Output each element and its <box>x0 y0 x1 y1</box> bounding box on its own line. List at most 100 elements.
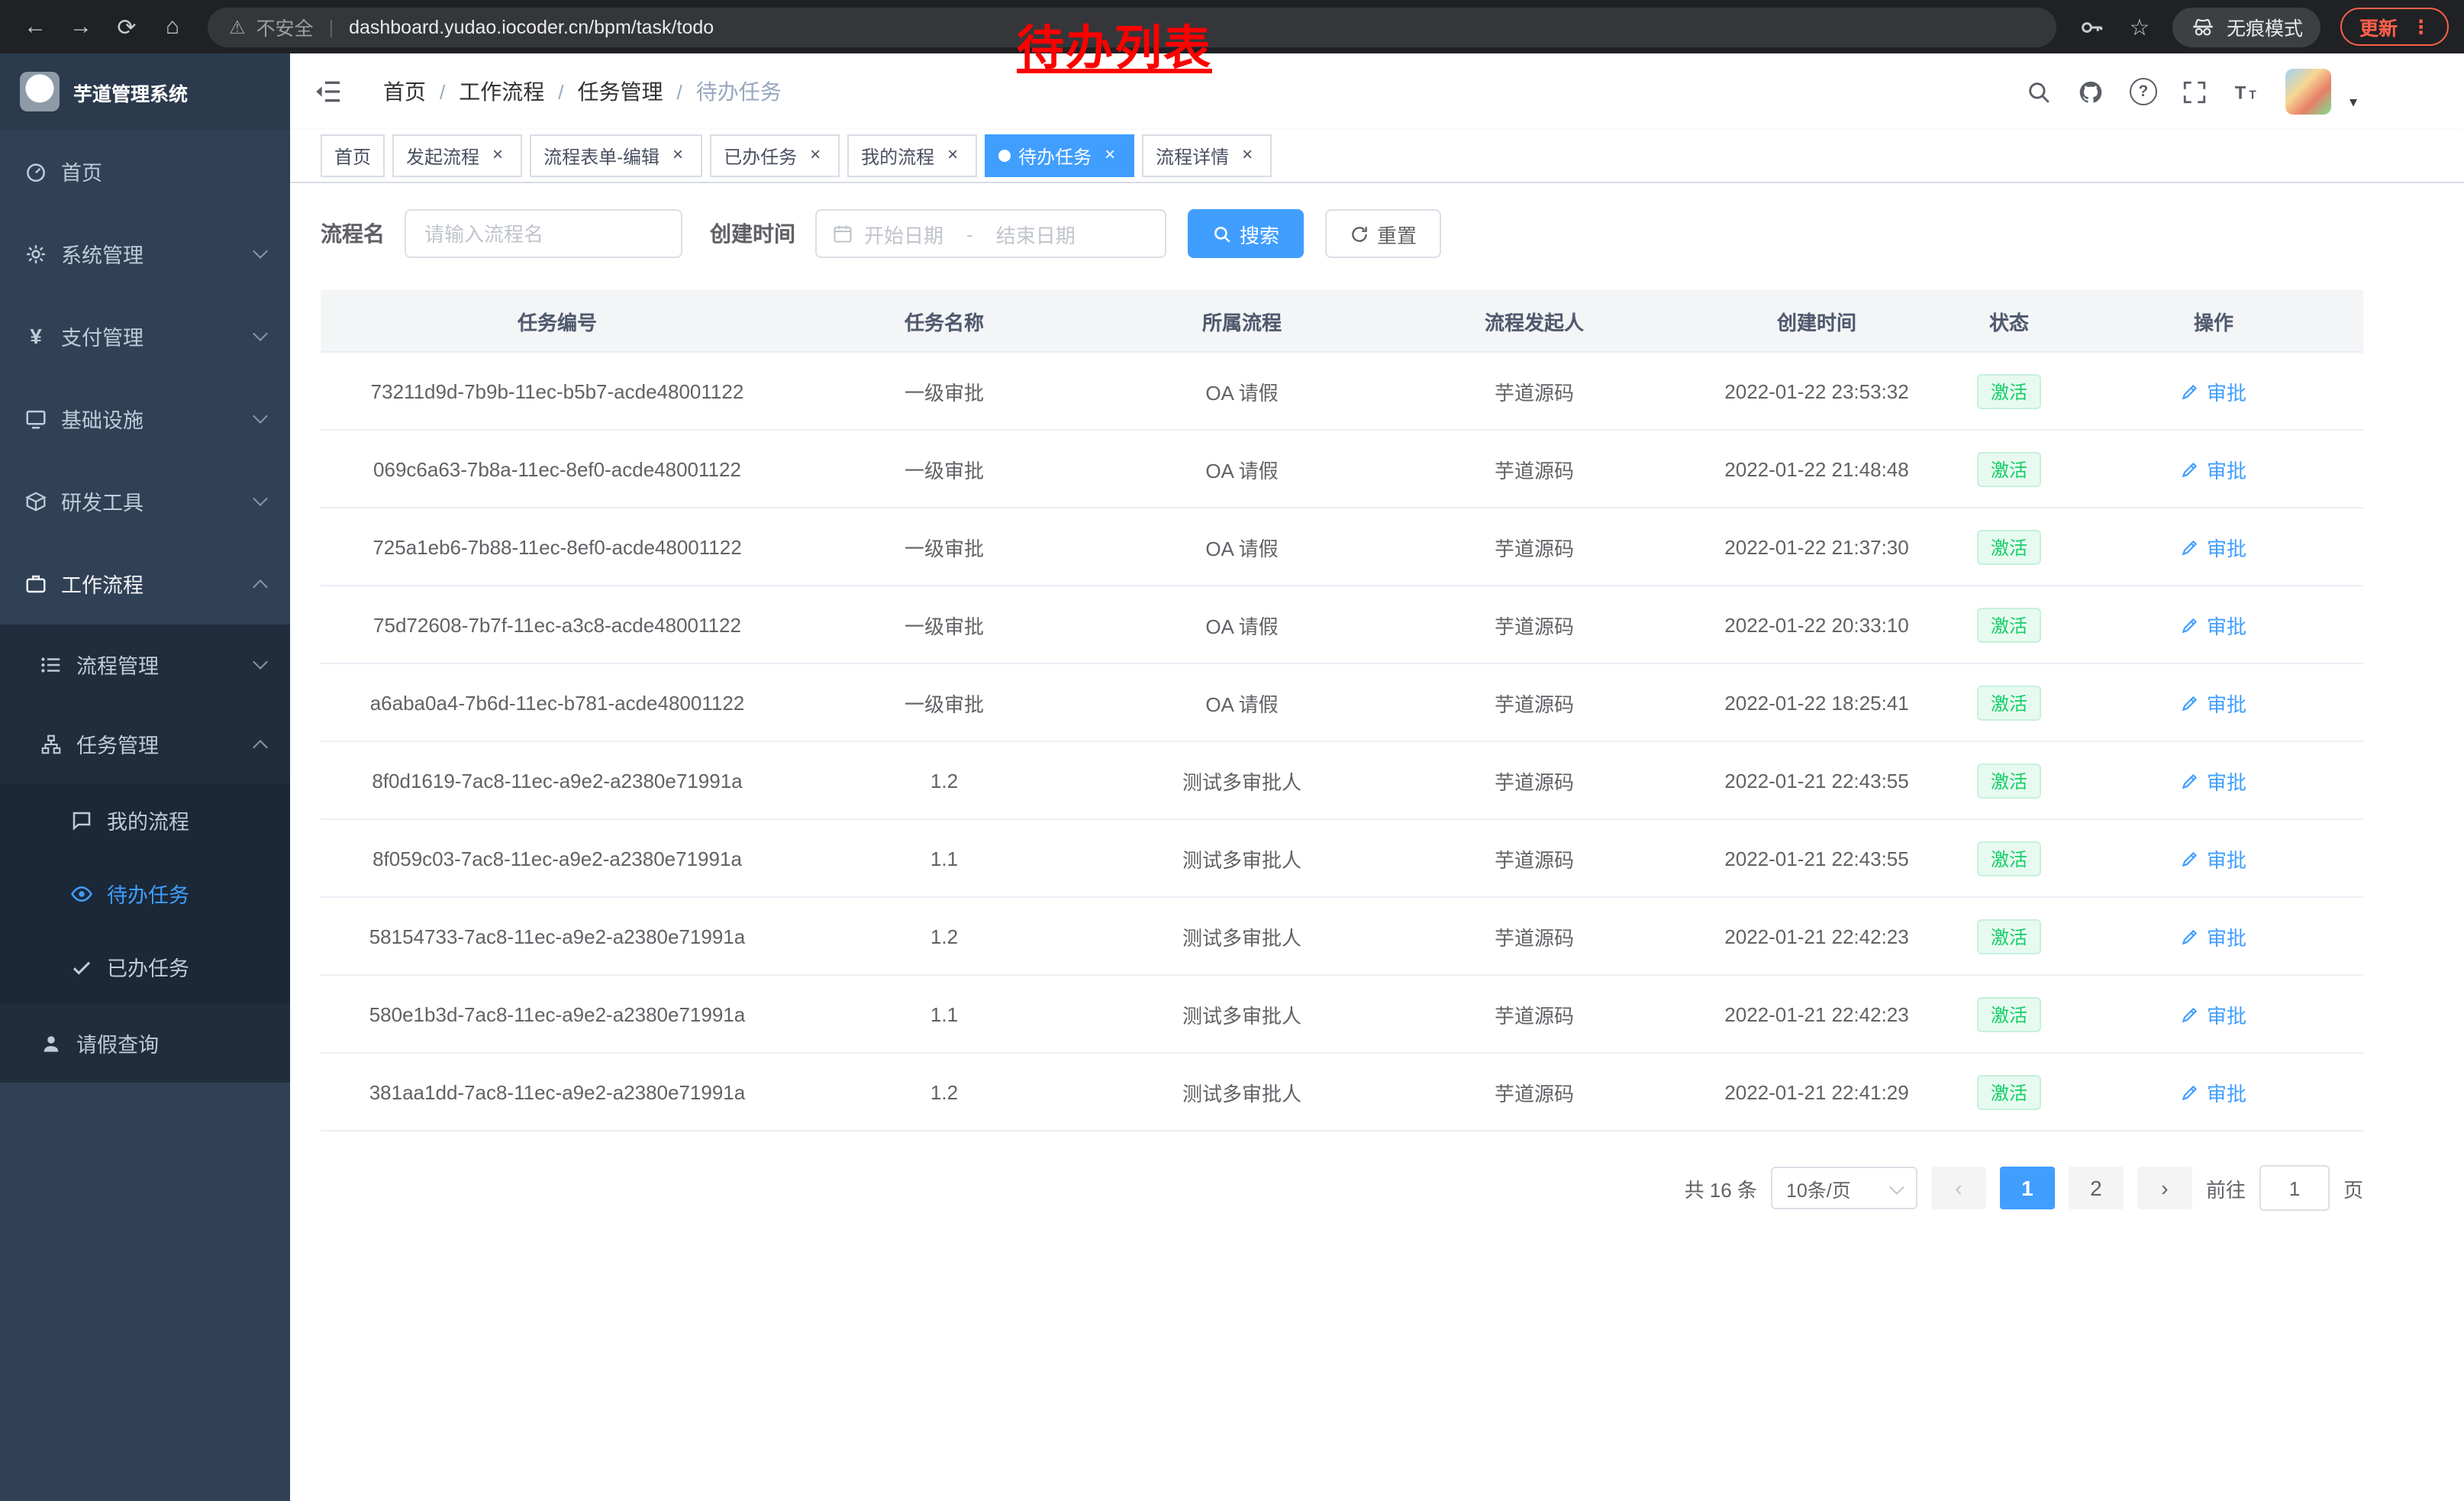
sidebar-item-infrastructure[interactable]: 基础设施 <box>0 377 290 460</box>
help-icon[interactable]: ? <box>2130 78 2157 105</box>
incognito-label: 无痕模式 <box>2227 12 2303 41</box>
tab-home[interactable]: 首页 <box>321 134 385 177</box>
sidebar-item-my-processes[interactable]: 我的流程 <box>0 783 290 857</box>
approve-link[interactable]: 审批 <box>2181 844 2246 873</box>
kebab-menu-icon[interactable]: ⋮ <box>2411 15 2430 38</box>
home-button[interactable]: ⌂ <box>153 7 192 47</box>
approve-link[interactable]: 审批 <box>2181 532 2246 561</box>
created-cell: 2022-01-21 22:42:23 <box>1679 897 1954 975</box>
tab-process-form-edit[interactable]: 流程表单-编辑 × <box>530 134 702 177</box>
approve-link[interactable]: 审批 <box>2181 922 2246 951</box>
column-header-actions: 操作 <box>2064 290 2363 352</box>
sidebar-toggle-button[interactable] <box>313 76 343 107</box>
approve-link[interactable]: 审批 <box>2181 454 2246 483</box>
close-icon[interactable]: × <box>1099 145 1121 166</box>
search-icon[interactable] <box>2026 78 2053 105</box>
process-cell: 测试多审批人 <box>1095 897 1389 975</box>
prev-page-button[interactable]: ‹ <box>1931 1167 1986 1209</box>
app-title: 芋道管理系统 <box>73 77 188 106</box>
security-label[interactable]: 不安全 <box>256 12 314 41</box>
create-time-label: 创建时间 <box>710 218 795 249</box>
browser-actions: ☆ 无痕模式 更新 ⋮ <box>2079 7 2449 47</box>
app-logo[interactable]: 芋道管理系统 <box>0 53 290 130</box>
edit-icon <box>2181 615 2201 634</box>
goto-page-input[interactable] <box>2259 1165 2330 1211</box>
chevron-up-icon <box>253 739 268 754</box>
close-icon[interactable]: × <box>487 145 508 166</box>
fullscreen-icon[interactable] <box>2182 78 2209 105</box>
reset-button[interactable]: 重置 <box>1325 209 1441 258</box>
avatar[interactable] <box>2285 69 2331 115</box>
search-button[interactable]: 搜索 <box>1188 209 1304 258</box>
actions-cell: 审批 <box>2064 586 2363 663</box>
status-cell: 激活 <box>1954 663 2064 741</box>
approve-link[interactable]: 审批 <box>2181 610 2246 639</box>
reload-button[interactable]: ⟳ <box>107 7 147 47</box>
browser-update-button[interactable]: 更新 ⋮ <box>2341 8 2449 46</box>
gear-icon <box>24 242 47 265</box>
page-size-select[interactable]: 10条/页 <box>1771 1167 1917 1209</box>
yen-icon: ¥ <box>24 324 47 347</box>
sidebar-item-leave-query[interactable]: 请假查询 <box>0 1003 290 1083</box>
github-icon[interactable] <box>2078 78 2105 105</box>
close-icon[interactable]: × <box>805 145 826 166</box>
approve-link[interactable]: 审批 <box>2181 1077 2246 1106</box>
breadcrumb-item[interactable]: 任务管理 <box>578 76 663 107</box>
sidebar-item-process-mgmt[interactable]: 流程管理 <box>0 625 290 704</box>
breadcrumb-item[interactable]: 首页 <box>383 76 426 107</box>
sidebar-item-workflow[interactable]: 工作流程 <box>0 542 290 625</box>
back-button[interactable]: ← <box>15 7 55 47</box>
close-icon[interactable]: × <box>667 145 689 166</box>
approve-link[interactable]: 审批 <box>2181 376 2246 405</box>
table-row: 8f0d1619-7ac8-11ec-a9e2-a2380e71991a 1.2… <box>321 741 2363 819</box>
breadcrumb-item-current: 待办任务 <box>696 76 782 107</box>
tab-todo-tasks[interactable]: 待办任务 × <box>985 134 1134 177</box>
tab-initiate-process[interactable]: 发起流程 × <box>392 134 522 177</box>
table-row: 8f059c03-7ac8-11ec-a9e2-a2380e71991a 1.1… <box>321 819 2363 897</box>
tab-my-processes[interactable]: 我的流程 × <box>847 134 977 177</box>
close-icon[interactable]: × <box>942 145 963 166</box>
date-range-picker[interactable]: 开始日期 - 结束日期 <box>815 209 1166 258</box>
edit-icon <box>2181 692 2201 712</box>
page-button-2[interactable]: 2 <box>2069 1167 2124 1209</box>
task-name-cell: 一级审批 <box>794 586 1095 663</box>
forward-button[interactable]: → <box>61 7 101 47</box>
tab-process-detail[interactable]: 流程详情 × <box>1142 134 1272 177</box>
process-cell: OA 请假 <box>1095 586 1389 663</box>
url-text[interactable]: dashboard.yudao.iocoder.cn/bpm/task/todo <box>349 16 714 37</box>
task-id-cell: 8f059c03-7ac8-11ec-a9e2-a2380e71991a <box>321 819 794 897</box>
approve-link[interactable]: 审批 <box>2181 688 2246 717</box>
actions-cell: 审批 <box>2064 897 2363 975</box>
sidebar-item-payment-mgmt[interactable]: ¥ 支付管理 <box>0 295 290 377</box>
sidebar-item-system-mgmt[interactable]: 系统管理 <box>0 212 290 295</box>
close-icon[interactable]: × <box>1237 145 1258 166</box>
sidebar-item-done-tasks[interactable]: 已办任务 <box>0 930 290 1003</box>
caret-down-icon[interactable]: ▾ <box>2350 95 2357 115</box>
chevron-down-icon <box>253 326 268 341</box>
page-button-1[interactable]: 1 <box>2000 1167 2055 1209</box>
active-dot <box>998 150 1011 162</box>
sidebar-item-todo-tasks[interactable]: 待办任务 <box>0 857 290 930</box>
range-separator: - <box>966 222 973 245</box>
status-cell: 激活 <box>1954 741 2064 819</box>
approve-link[interactable]: 审批 <box>2181 766 2246 795</box>
sidebar-item-dev-tools[interactable]: 研发工具 <box>0 460 290 542</box>
breadcrumb-item[interactable]: 工作流程 <box>459 76 544 107</box>
table-row: 580e1b3d-7ac8-11ec-a9e2-a2380e71991a 1.1… <box>321 975 2363 1053</box>
address-bar[interactable]: ⚠ 不安全 | dashboard.yudao.iocoder.cn/bpm/t… <box>208 7 2057 47</box>
sidebar-item-label: 系统管理 <box>61 238 144 269</box>
task-name-cell: 一级审批 <box>794 508 1095 586</box>
process-cell: 测试多审批人 <box>1095 819 1389 897</box>
process-name-input[interactable] <box>405 209 682 258</box>
next-page-button[interactable]: › <box>2137 1167 2192 1209</box>
key-icon[interactable] <box>2079 13 2106 40</box>
font-size-icon[interactable]: TT <box>2233 78 2261 105</box>
task-id-cell: 725a1eb6-7b88-11ec-8ef0-acde48001122 <box>321 508 794 586</box>
sidebar-item-home[interactable]: 首页 <box>0 130 290 212</box>
sidebar-item-task-mgmt[interactable]: 任务管理 <box>0 704 290 783</box>
task-name-cell: 一级审批 <box>794 352 1095 430</box>
bookmark-star-icon[interactable]: ☆ <box>2126 13 2153 40</box>
status-cell: 激活 <box>1954 1053 2064 1131</box>
tab-done-tasks[interactable]: 已办任务 × <box>710 134 840 177</box>
approve-link[interactable]: 审批 <box>2181 999 2246 1028</box>
